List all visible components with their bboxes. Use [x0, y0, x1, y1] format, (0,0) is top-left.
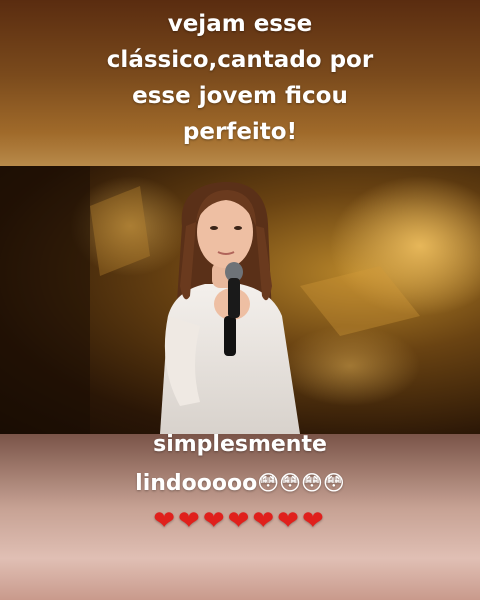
- bottom-caption-line-2: lindooooo😳😳😳😳: [20, 464, 460, 503]
- stage-scene: [0, 166, 480, 434]
- top-caption-line-2: clássico,cantado por: [106, 47, 374, 73]
- video-frame[interactable]: [0, 166, 480, 434]
- bottom-caption: simplesmente lindooooo😳😳😳😳 ❤❤❤❤❤❤❤: [20, 426, 460, 539]
- bottom-caption-word: lindooooo: [135, 471, 258, 496]
- stage-shadow: [0, 166, 90, 434]
- stage-light: [280, 326, 420, 406]
- top-caption-line-3: esse jovem ficou: [132, 83, 348, 109]
- top-caption-line-1: vejam esse: [167, 11, 313, 37]
- red-hearts-row: ❤❤❤❤❤❤❤: [153, 506, 327, 536]
- top-caption-line-4: perfeito!: [182, 119, 298, 145]
- top-caption: vejam esse clássico,cantado por esse jov…: [20, 6, 460, 150]
- bottom-caption-line-1: simplesmente: [153, 432, 327, 457]
- flushed-face-emojis: 😳😳😳😳: [257, 471, 345, 495]
